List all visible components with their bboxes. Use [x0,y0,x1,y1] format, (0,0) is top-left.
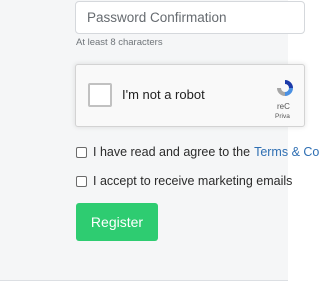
recaptcha-privacy-link[interactable]: Priva [275,113,290,120]
terms-link[interactable]: Terms & Co [254,145,319,159]
terms-row: I have read and agree to the Terms & Co [76,144,319,160]
password-hint: At least 8 characters [76,37,163,48]
recaptcha-widget: I'm not a robot reC Priva [75,64,305,127]
recaptcha-checkbox[interactable] [88,83,112,107]
terms-checkbox[interactable] [76,146,87,158]
terms-label: I have read and agree to the [93,145,251,159]
password-confirmation-input[interactable] [75,1,305,34]
recaptcha-logo-icon [277,80,293,96]
marketing-label: I accept to receive marketing emails [93,174,293,188]
marketing-checkbox[interactable] [76,175,87,187]
recaptcha-label: I'm not a robot [122,87,205,102]
register-button[interactable]: Register [76,203,158,241]
recaptcha-brand: reC [277,102,290,111]
marketing-row: I accept to receive marketing emails [76,173,292,189]
page-bottom-divider [0,280,288,281]
